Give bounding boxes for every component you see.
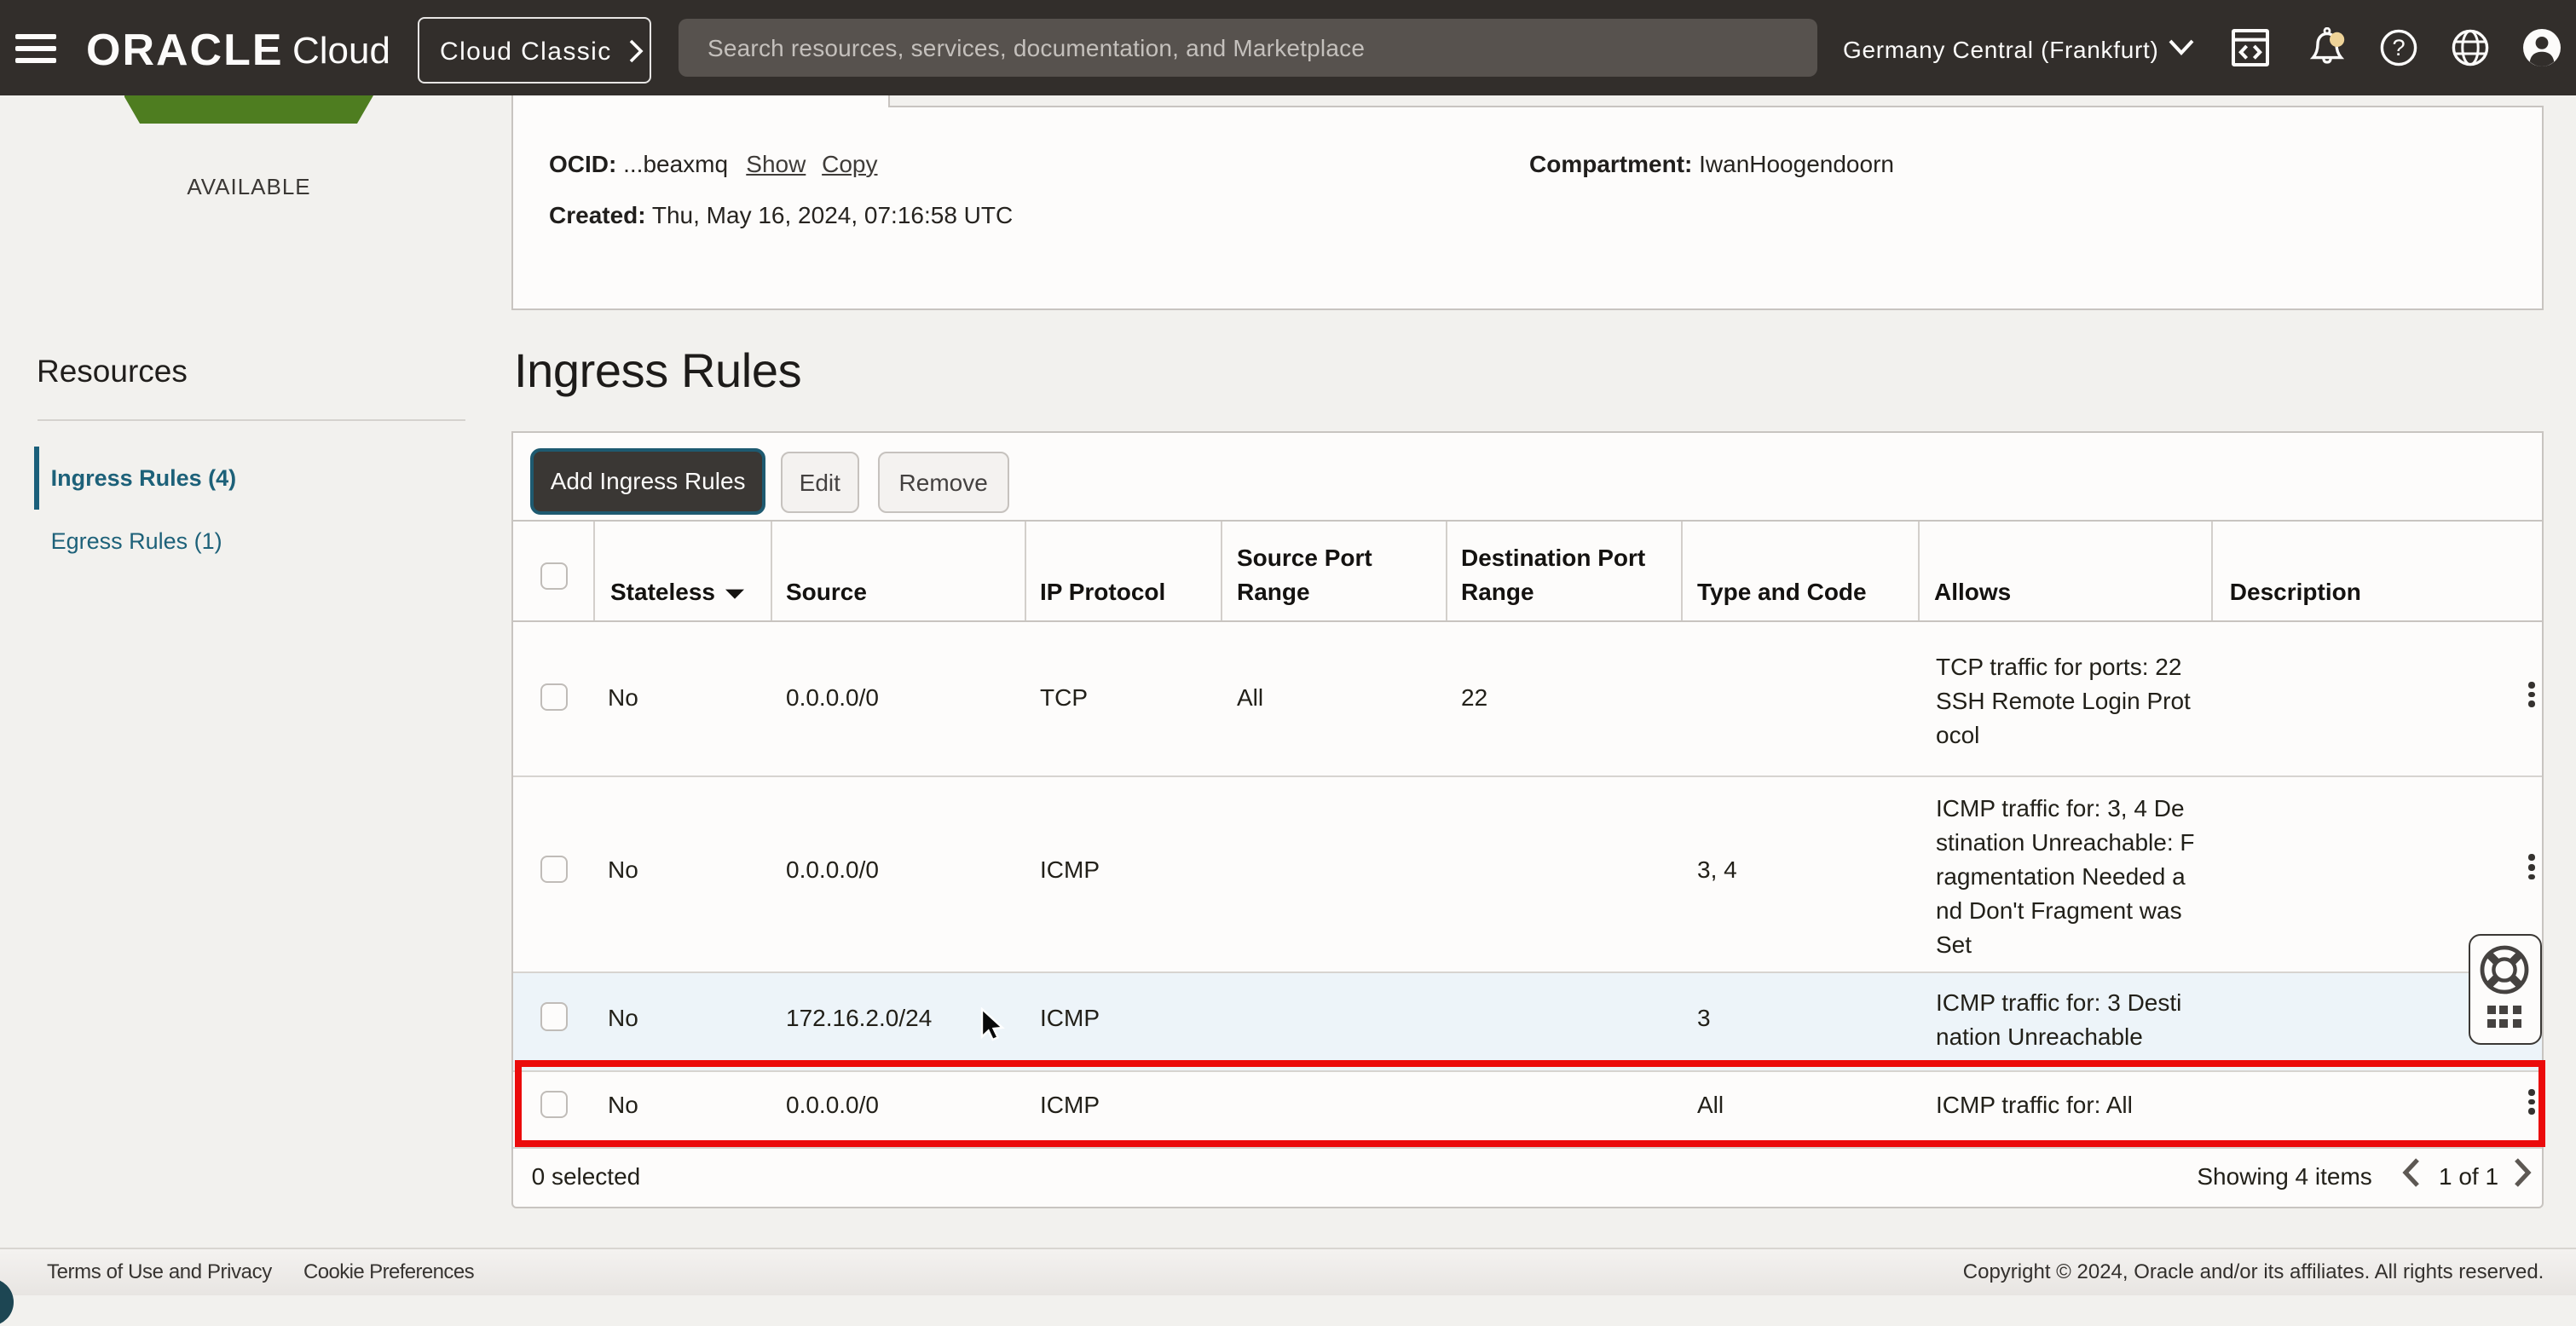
svg-text:?: ? <box>2392 34 2405 61</box>
